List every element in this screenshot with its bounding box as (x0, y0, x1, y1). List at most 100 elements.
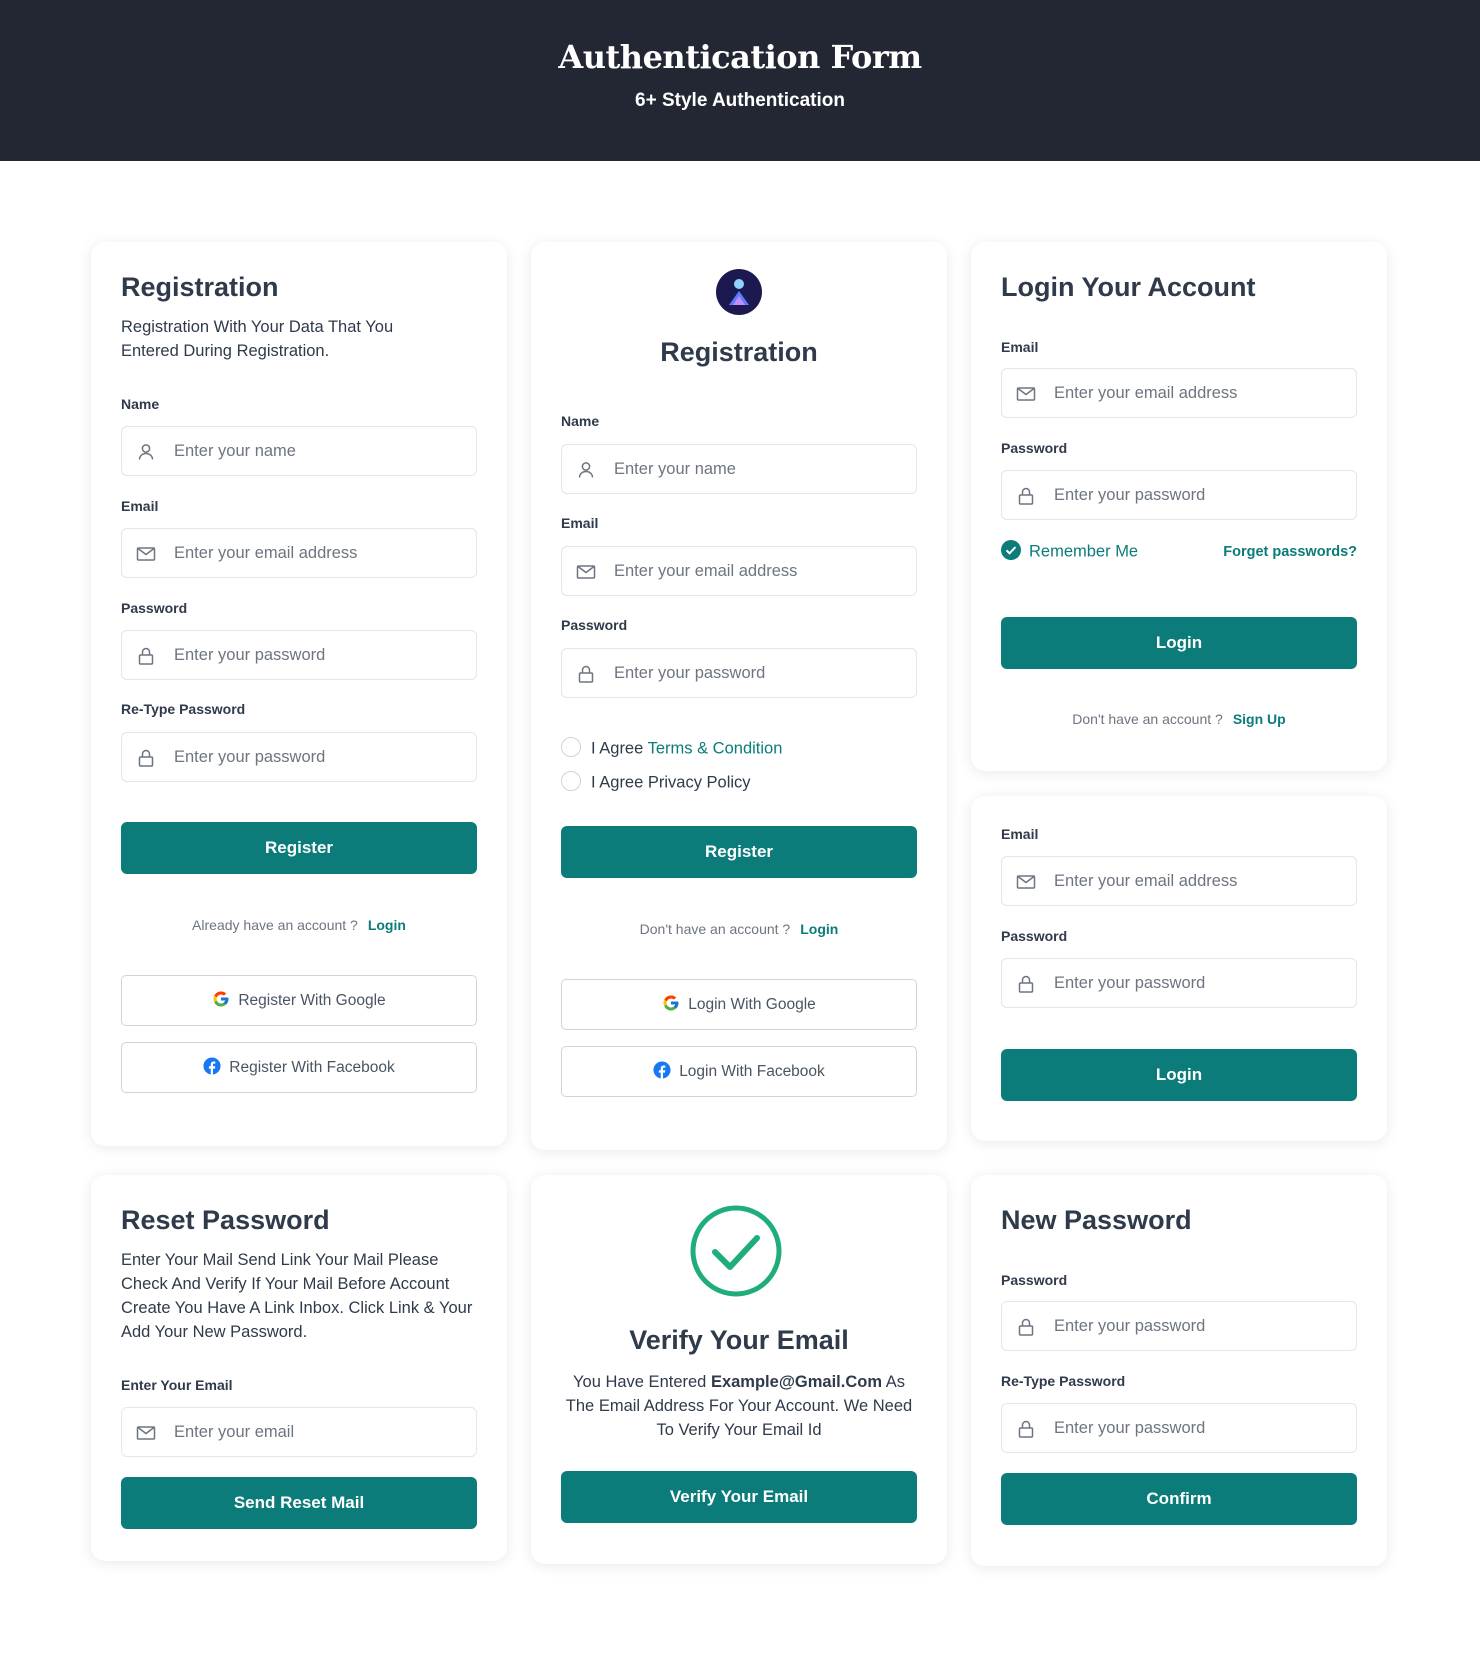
password-field[interactable] (1001, 1301, 1357, 1351)
terms-link[interactable]: Terms & Condition (648, 739, 783, 757)
google-icon (213, 991, 229, 1007)
name-input[interactable] (174, 427, 464, 475)
password-input[interactable] (1054, 471, 1344, 519)
account-prompt-text: Already have an account ? (192, 917, 358, 933)
new-password-card: New Password Password Re-Type Password C… (971, 1175, 1387, 1566)
account-prompt: Don't have an account ? Login (531, 921, 947, 937)
name-field[interactable] (561, 444, 917, 494)
check-icon (1001, 540, 1021, 560)
password-field[interactable] (1001, 958, 1357, 1008)
password-label: Password (1001, 928, 1068, 944)
name-input[interactable] (614, 445, 904, 493)
signup-link[interactable]: Sign Up (1233, 711, 1286, 727)
check-circle-icon (690, 1205, 782, 1297)
name-label: Name (561, 413, 600, 429)
mail-icon (1016, 387, 1036, 401)
email-field[interactable] (561, 546, 917, 596)
login-button[interactable]: Login (1001, 1049, 1357, 1101)
password-field[interactable] (121, 630, 477, 680)
password-input[interactable] (1054, 1302, 1344, 1350)
mail-icon (136, 547, 156, 561)
registration-card-alt: Registration Name Email Password I Agree… (531, 242, 947, 1150)
card-title: Registration (660, 337, 818, 367)
email-input[interactable] (174, 1408, 464, 1456)
email-label: Email (121, 498, 159, 514)
register-facebook-button[interactable]: Register With Facebook (121, 1042, 477, 1093)
login-card-compact: Email Password Login (971, 796, 1387, 1141)
email-input[interactable] (614, 547, 904, 595)
email-field[interactable] (121, 1407, 477, 1457)
terms-checkbox[interactable] (561, 737, 581, 757)
password-input[interactable] (174, 631, 464, 679)
email-label: Email (1001, 339, 1039, 355)
mail-icon (136, 1426, 156, 1440)
account-prompt: Don't have an account ? Sign Up (971, 711, 1387, 727)
account-prompt: Already have an account ? Login (91, 917, 507, 933)
register-facebook-label: Register With Facebook (229, 1059, 395, 1076)
confirm-button[interactable]: Confirm (1001, 1473, 1357, 1525)
retype-password-label: Re-Type Password (1001, 1373, 1126, 1389)
verify-description: You Have Entered Example@Gmail.Com As Th… (561, 1370, 917, 1442)
verify-email-button[interactable]: Verify Your Email (561, 1471, 917, 1523)
card-description: Enter Your Mail Send Link Your Mail Plea… (121, 1251, 473, 1341)
retype-password-input[interactable] (174, 733, 464, 781)
retype-password-label: Re-Type Password (121, 701, 246, 717)
verify-email-address: Example@Gmail.Com (710, 1373, 883, 1391)
terms-prefix: I Agree (591, 739, 644, 758)
lock-icon (1018, 1420, 1034, 1438)
lock-icon (138, 749, 154, 767)
register-button[interactable]: Register (121, 822, 477, 874)
privacy-label: I Agree Privacy Policy (591, 773, 751, 792)
privacy-checkbox[interactable] (561, 771, 581, 791)
email-input[interactable] (174, 529, 464, 577)
register-button[interactable]: Register (561, 826, 917, 878)
lock-icon (578, 665, 594, 683)
email-field[interactable] (1001, 368, 1357, 418)
retype-password-field[interactable] (121, 732, 477, 782)
privacy-checkbox-row[interactable]: I Agree Privacy Policy (561, 771, 751, 793)
login-link[interactable]: Login (368, 917, 406, 933)
card-title: Verify Your Email (629, 1325, 849, 1355)
retype-password-field[interactable] (1001, 1403, 1357, 1453)
reset-password-card: Reset Password Enter Your Mail Send Link… (91, 1175, 507, 1561)
send-reset-mail-button[interactable]: Send Reset Mail (121, 1477, 477, 1529)
user-icon (578, 462, 594, 478)
retype-password-input[interactable] (1054, 1404, 1344, 1452)
login-link[interactable]: Login (800, 921, 838, 937)
lock-icon (1018, 975, 1034, 993)
card-title: Login Your Account (1001, 272, 1256, 302)
register-google-label: Register With Google (238, 992, 386, 1009)
name-field[interactable] (121, 426, 477, 476)
google-icon (663, 995, 679, 1011)
mail-icon (576, 565, 596, 579)
lock-icon (138, 647, 154, 665)
login-google-button[interactable]: Login With Google (561, 979, 917, 1030)
password-input[interactable] (614, 649, 904, 697)
card-title: Registration (121, 272, 279, 302)
login-facebook-button[interactable]: Login With Facebook (561, 1046, 917, 1097)
password-input[interactable] (1054, 959, 1344, 1007)
terms-checkbox-row[interactable]: I Agree Terms & Condition (561, 737, 783, 759)
login-card: Login Your Account Email Password Rememb… (971, 242, 1387, 771)
facebook-icon (653, 1061, 671, 1079)
forgot-password-link[interactable]: Forget passwords? (1223, 544, 1357, 560)
register-google-button[interactable]: Register With Google (121, 975, 477, 1026)
password-field[interactable] (1001, 470, 1357, 520)
login-button[interactable]: Login (1001, 617, 1357, 669)
remember-me-label: Remember Me (1029, 542, 1139, 561)
lock-icon (1018, 1318, 1034, 1336)
card-description: Registration With Your Data That You Ent… (121, 318, 394, 360)
password-field[interactable] (561, 648, 917, 698)
registration-card: Registration Registration With Your Data… (91, 242, 507, 1146)
email-input[interactable] (1054, 857, 1344, 905)
email-label: Email (1001, 826, 1039, 842)
email-label: Enter Your Email (121, 1377, 233, 1393)
email-field[interactable] (1001, 856, 1357, 906)
email-field[interactable] (121, 528, 477, 578)
facebook-icon (203, 1057, 221, 1075)
account-prompt-text: Don't have an account ? (639, 921, 791, 937)
password-label: Password (561, 617, 628, 633)
remember-me-checkbox[interactable]: Remember Me (1001, 540, 1139, 562)
email-input[interactable] (1054, 369, 1344, 417)
login-google-label: Login With Google (688, 996, 816, 1013)
